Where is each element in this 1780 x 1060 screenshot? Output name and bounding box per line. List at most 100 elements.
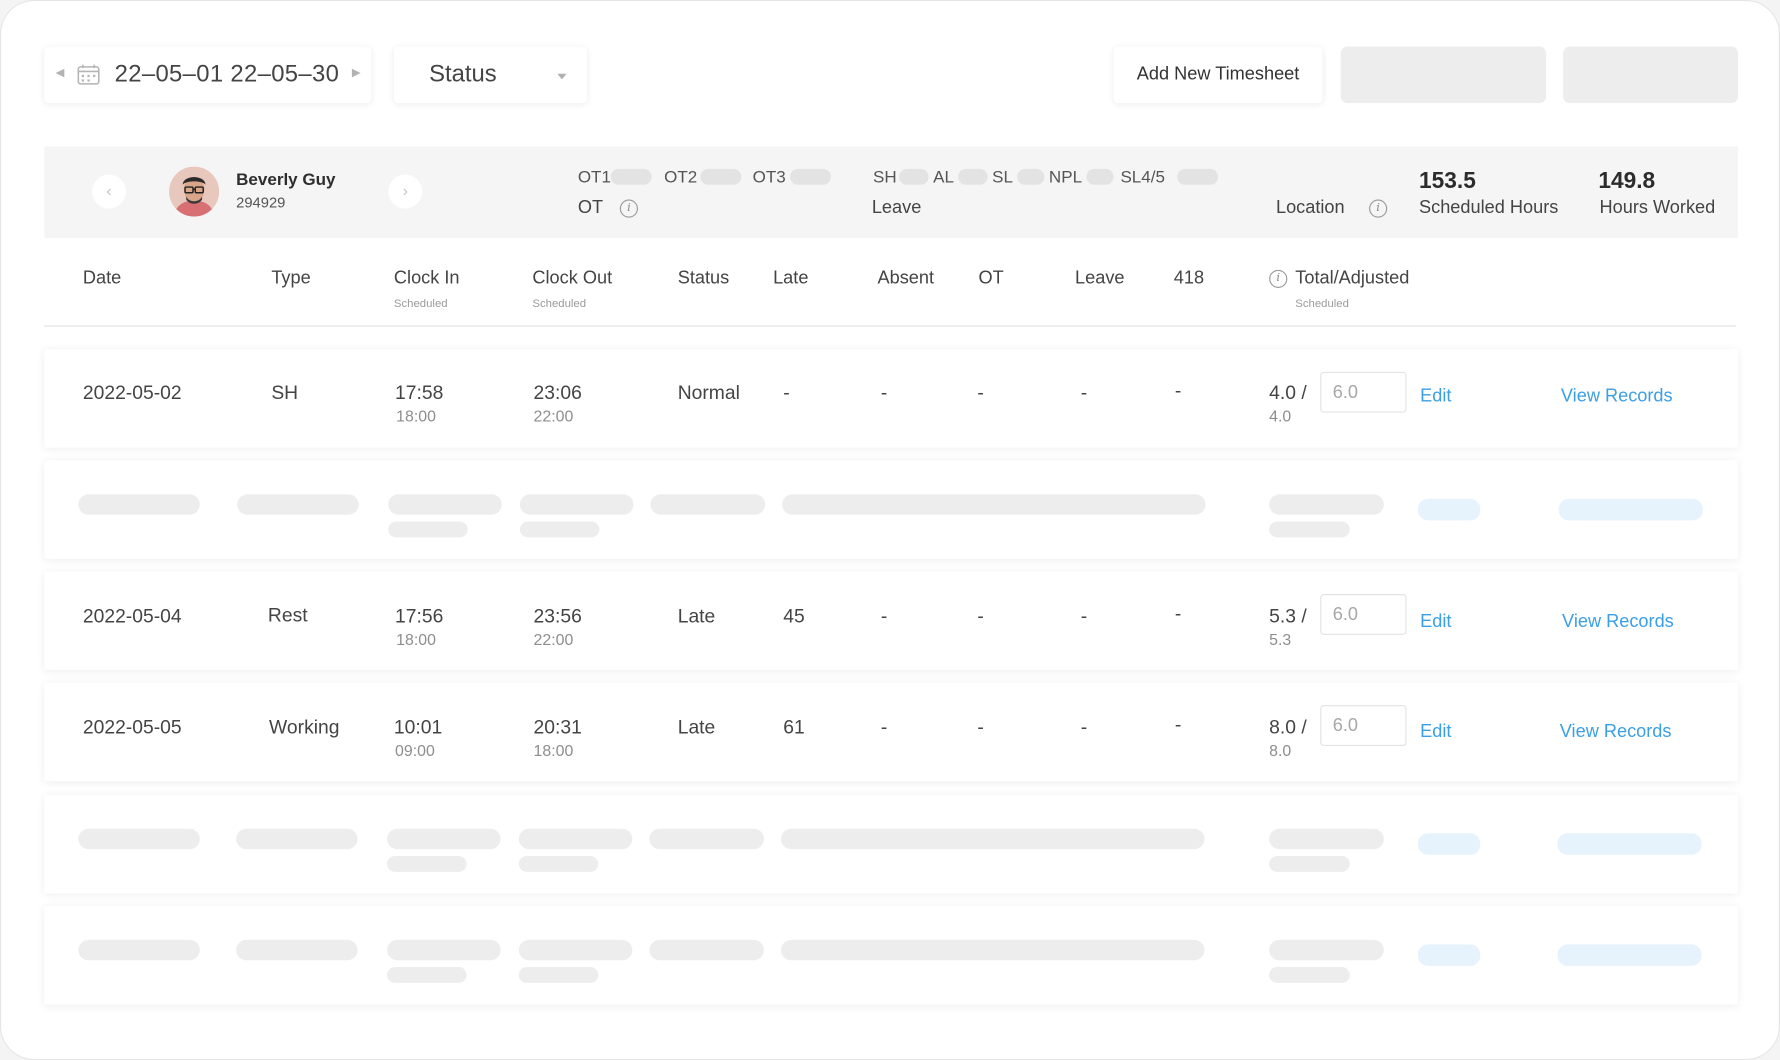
status-dropdown-label: Status xyxy=(429,61,497,88)
ot3-value-placeholder xyxy=(790,168,831,185)
row-clock-in-scheduled: 18:00 xyxy=(396,406,436,426)
view-records-link[interactable]: View Records xyxy=(1562,612,1674,632)
info-icon[interactable]: i xyxy=(619,199,638,218)
skeleton-bar xyxy=(387,855,467,872)
clock-in-subheader: Scheduled xyxy=(393,298,448,311)
scheduled-hours-label: Scheduled Hours xyxy=(1419,198,1559,218)
skeleton-bar xyxy=(78,494,200,515)
row-total-scheduled: 5.3 xyxy=(1269,630,1292,649)
row-status: Late xyxy=(677,716,716,739)
employee-id: 294929 xyxy=(236,193,286,211)
edit-link[interactable]: Edit xyxy=(1420,612,1451,632)
skeleton-bar xyxy=(518,939,633,961)
row-late: 45 xyxy=(783,605,805,627)
row-clock-in-scheduled: 09:00 xyxy=(395,741,435,760)
ot3-code: OT3 xyxy=(752,167,786,188)
row-total-scheduled: 8.0 xyxy=(1269,741,1292,760)
skeleton-bar xyxy=(1269,855,1350,872)
next-employee-button[interactable]: › xyxy=(388,174,423,209)
column-header-clock-in: Clock In xyxy=(393,268,460,288)
header-divider xyxy=(44,325,1736,327)
avatar xyxy=(169,166,220,217)
prev-employee-button[interactable]: ‹ xyxy=(91,174,127,209)
chevron-left-icon: ‹ xyxy=(106,181,112,200)
skeleton-link xyxy=(1558,498,1703,521)
skeleton-bar xyxy=(781,939,1205,961)
row-clock-in: 10:01 xyxy=(393,716,443,739)
next-arrow-icon[interactable]: ▶ xyxy=(352,67,361,79)
skeleton-bar xyxy=(782,494,1206,515)
skeleton-bar xyxy=(388,521,468,538)
row-absent: - xyxy=(880,716,888,739)
skeleton-bar xyxy=(1269,521,1350,538)
row-clock-in-scheduled: 18:00 xyxy=(396,630,436,649)
row-late: - xyxy=(783,382,790,404)
hours-worked-label: Hours Worked xyxy=(1599,198,1716,218)
skeleton-bar xyxy=(236,939,358,961)
skeleton-bar xyxy=(387,828,501,850)
scheduled-hours-value: 153.5 xyxy=(1419,168,1476,194)
placeholder-button xyxy=(1563,46,1738,104)
column-header-clock-out: Clock Out xyxy=(532,268,613,288)
skeleton-bar xyxy=(387,967,467,983)
column-header-late: Late xyxy=(773,268,809,288)
skeleton-bar xyxy=(650,494,766,515)
total-subheader: Scheduled xyxy=(1295,298,1349,311)
prev-arrow-icon[interactable]: ◀ xyxy=(56,67,65,79)
add-new-timesheet-label: Add New Timesheet xyxy=(1136,64,1300,84)
adjusted-hours-input[interactable]: 6.0 xyxy=(1320,594,1407,635)
ot2-code: OT2 xyxy=(664,167,698,188)
adjusted-hours-input[interactable]: 6.0 xyxy=(1320,371,1407,413)
ot-label: OT xyxy=(577,198,604,218)
column-header-type: Type xyxy=(271,268,311,288)
row-clock-out: 23:56 xyxy=(533,605,582,627)
skeleton-bar xyxy=(649,828,764,850)
skeleton-bar xyxy=(1269,967,1350,983)
status-dropdown[interactable]: Status xyxy=(393,46,587,104)
view-records-link[interactable]: View Records xyxy=(1560,722,1672,742)
al-value-placeholder xyxy=(958,168,988,185)
npl-value-placeholder xyxy=(1086,168,1114,185)
column-header-ot: OT xyxy=(978,268,1004,288)
skeleton-link xyxy=(1557,944,1702,966)
row-total: 5.3 / xyxy=(1269,605,1307,627)
date-range-picker[interactable]: ◀ 22–05–01 22–05–30 ▶ xyxy=(44,46,372,104)
skeleton-bar xyxy=(518,828,633,850)
skeleton-bar xyxy=(388,494,502,515)
row-clock-in: 17:58 xyxy=(395,382,444,404)
add-new-timesheet-button[interactable]: Add New Timesheet xyxy=(1113,46,1323,104)
skeleton-bar xyxy=(236,828,358,850)
row-status: Normal xyxy=(677,382,740,404)
row-total-scheduled: 4.0 xyxy=(1269,406,1292,426)
clock-out-subheader: Scheduled xyxy=(532,298,587,311)
timesheet-panel: ◀ 22–05–01 22–05–30 ▶ Status Add New Tim… xyxy=(0,0,1780,1060)
calendar-icon xyxy=(77,64,100,85)
skeleton-link xyxy=(1417,833,1481,855)
column-header-extra: 418 xyxy=(1173,268,1205,288)
row-clock-out-scheduled: 22:00 xyxy=(533,630,574,649)
row-ot: - xyxy=(977,382,984,404)
edit-link[interactable]: Edit xyxy=(1420,722,1451,742)
row-date: 2022-05-04 xyxy=(82,605,182,627)
info-icon[interactable]: i xyxy=(1269,269,1288,288)
view-records-link[interactable]: View Records xyxy=(1561,387,1673,407)
skeleton-bar xyxy=(78,939,200,961)
skeleton-bar xyxy=(1269,494,1384,515)
info-icon[interactable]: i xyxy=(1369,199,1388,218)
skeleton-link xyxy=(1417,944,1481,966)
table-row xyxy=(44,349,1738,448)
location-label: Location xyxy=(1275,198,1345,218)
row-clock-out-scheduled: 18:00 xyxy=(533,741,574,760)
sl-code: SL xyxy=(992,167,1014,188)
adjusted-hours-input[interactable]: 6.0 xyxy=(1320,705,1407,746)
row-extra: - xyxy=(1174,714,1182,736)
date-range-text: 22–05–01 22–05–30 xyxy=(114,61,340,88)
column-header-absent: Absent xyxy=(877,268,935,288)
row-ot: - xyxy=(977,716,984,739)
row-extra: - xyxy=(1174,379,1182,402)
row-type: Rest xyxy=(267,604,308,626)
row-clock-in: 17:56 xyxy=(395,605,444,627)
row-leave: - xyxy=(1080,382,1088,404)
edit-link[interactable]: Edit xyxy=(1420,387,1451,407)
row-type: SH xyxy=(271,382,299,404)
